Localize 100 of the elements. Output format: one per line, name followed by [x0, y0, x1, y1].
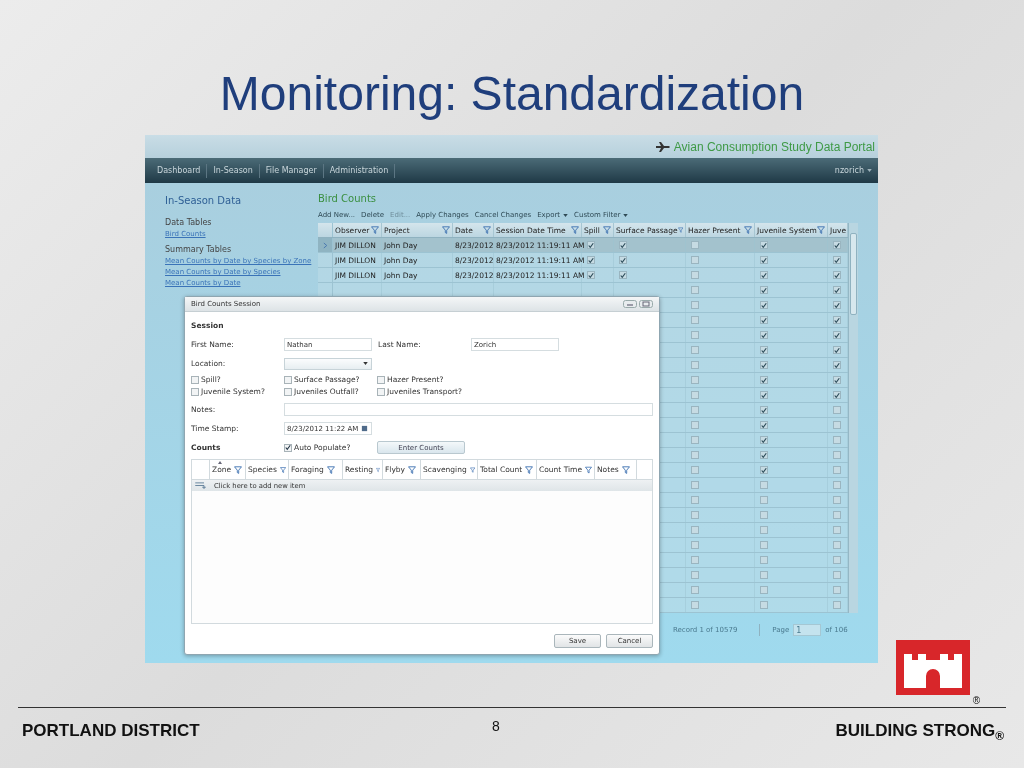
checkbox[interactable] — [833, 346, 841, 354]
checkbox[interactable] — [833, 406, 841, 414]
checkbox[interactable] — [760, 601, 768, 609]
checkbox[interactable] — [691, 316, 699, 324]
checkbox[interactable] — [691, 586, 699, 594]
checkbox[interactable] — [587, 271, 595, 279]
checkbox[interactable] — [760, 421, 768, 429]
checkbox[interactable] — [760, 571, 768, 579]
checkbox[interactable] — [619, 256, 627, 264]
scrollbar[interactable] — [848, 223, 858, 613]
filter-icon[interactable] — [525, 465, 534, 474]
checkbox[interactable] — [760, 511, 768, 519]
filter-icon[interactable] — [817, 226, 825, 234]
checkbox[interactable] — [691, 496, 699, 504]
filter-icon[interactable] — [371, 226, 379, 234]
checkbox[interactable] — [760, 241, 768, 249]
checkbox[interactable] — [833, 241, 841, 249]
checkbox[interactable] — [833, 331, 841, 339]
checkbox[interactable] — [691, 571, 699, 579]
checkbox[interactable] — [760, 376, 768, 384]
page-field[interactable]: 1 — [793, 624, 822, 636]
checkbox[interactable] — [691, 451, 699, 459]
checkbox[interactable] — [833, 526, 841, 534]
notes-field[interactable] — [284, 403, 653, 416]
checkbox[interactable] — [833, 556, 841, 564]
checkbox[interactable] — [760, 301, 768, 309]
checkbox[interactable] — [760, 466, 768, 474]
checkbox[interactable] — [760, 316, 768, 324]
nav-item[interactable]: In-Season — [207, 163, 260, 178]
location-dropdown[interactable] — [284, 357, 372, 370]
filter-icon[interactable] — [603, 226, 611, 234]
checkbox[interactable] — [833, 316, 841, 324]
filter-icon[interactable] — [469, 465, 475, 474]
checkbox[interactable] — [691, 541, 699, 549]
checkbox[interactable] — [691, 286, 699, 294]
checkbox[interactable] — [833, 301, 841, 309]
filter-icon[interactable] — [442, 226, 450, 234]
checkbox[interactable] — [833, 286, 841, 294]
checkbox[interactable] — [691, 466, 699, 474]
checkbox[interactable] — [833, 541, 841, 549]
checkbox[interactable] — [833, 451, 841, 459]
checkbox[interactable] — [587, 256, 595, 264]
checkbox[interactable] — [691, 481, 699, 489]
checkbox[interactable] — [760, 346, 768, 354]
user-menu[interactable]: nzorich — [834, 166, 872, 175]
filter-icon[interactable] — [677, 226, 683, 234]
checkbox[interactable] — [833, 571, 841, 579]
checkbox[interactable] — [833, 271, 841, 279]
checkbox[interactable] — [833, 421, 841, 429]
checkbox[interactable] — [691, 256, 699, 264]
checkbox[interactable] — [587, 241, 595, 249]
checkbox[interactable] — [833, 601, 841, 609]
nav-item[interactable]: File Manager — [259, 163, 324, 178]
checkbox[interactable] — [833, 256, 841, 264]
checkbox[interactable] — [833, 391, 841, 399]
nav-item[interactable]: Administration — [323, 163, 396, 178]
nav-item[interactable]: Dashboard — [151, 163, 208, 178]
filter-icon[interactable] — [621, 465, 630, 474]
checkbox[interactable] — [691, 601, 699, 609]
checkbox[interactable] — [619, 271, 627, 279]
filter-icon[interactable] — [744, 226, 752, 234]
checkbox[interactable] — [619, 241, 627, 249]
checkbox[interactable] — [691, 331, 699, 339]
checkbox[interactable] — [691, 421, 699, 429]
checkbox[interactable] — [691, 511, 699, 519]
maximize-icon[interactable] — [639, 300, 653, 308]
minimize-icon[interactable] — [623, 300, 637, 308]
checkbox[interactable] — [833, 511, 841, 519]
checkbox[interactable] — [760, 556, 768, 564]
filter-icon[interactable] — [326, 465, 335, 474]
checkbox[interactable] — [691, 361, 699, 369]
checkbox[interactable] — [691, 301, 699, 309]
filter-icon[interactable] — [585, 465, 592, 474]
filter-icon[interactable] — [483, 226, 491, 234]
checkbox[interactable] — [833, 586, 841, 594]
checkbox[interactable] — [833, 466, 841, 474]
checkbox[interactable] — [691, 346, 699, 354]
checkbox[interactable] — [691, 241, 699, 249]
checkbox[interactable] — [760, 331, 768, 339]
checkbox[interactable] — [760, 436, 768, 444]
checkbox[interactable] — [691, 391, 699, 399]
filter-icon[interactable] — [571, 226, 579, 234]
checkbox[interactable] — [691, 406, 699, 414]
checkbox[interactable] — [691, 271, 699, 279]
checkbox[interactable] — [760, 391, 768, 399]
checkbox[interactable] — [833, 481, 841, 489]
checkbox[interactable] — [691, 556, 699, 564]
filter-icon[interactable] — [279, 465, 286, 474]
checkbox[interactable] — [760, 496, 768, 504]
filter-icon[interactable] — [234, 465, 243, 474]
checkbox[interactable] — [833, 436, 841, 444]
checkbox[interactable] — [760, 361, 768, 369]
filter-icon[interactable] — [375, 465, 380, 474]
checkbox[interactable] — [760, 271, 768, 279]
checkbox[interactable] — [691, 526, 699, 534]
checkbox[interactable] — [833, 496, 841, 504]
checkbox[interactable] — [760, 586, 768, 594]
checkbox[interactable] — [833, 361, 841, 369]
row-selector[interactable] — [318, 238, 333, 252]
checkbox[interactable] — [691, 376, 699, 384]
